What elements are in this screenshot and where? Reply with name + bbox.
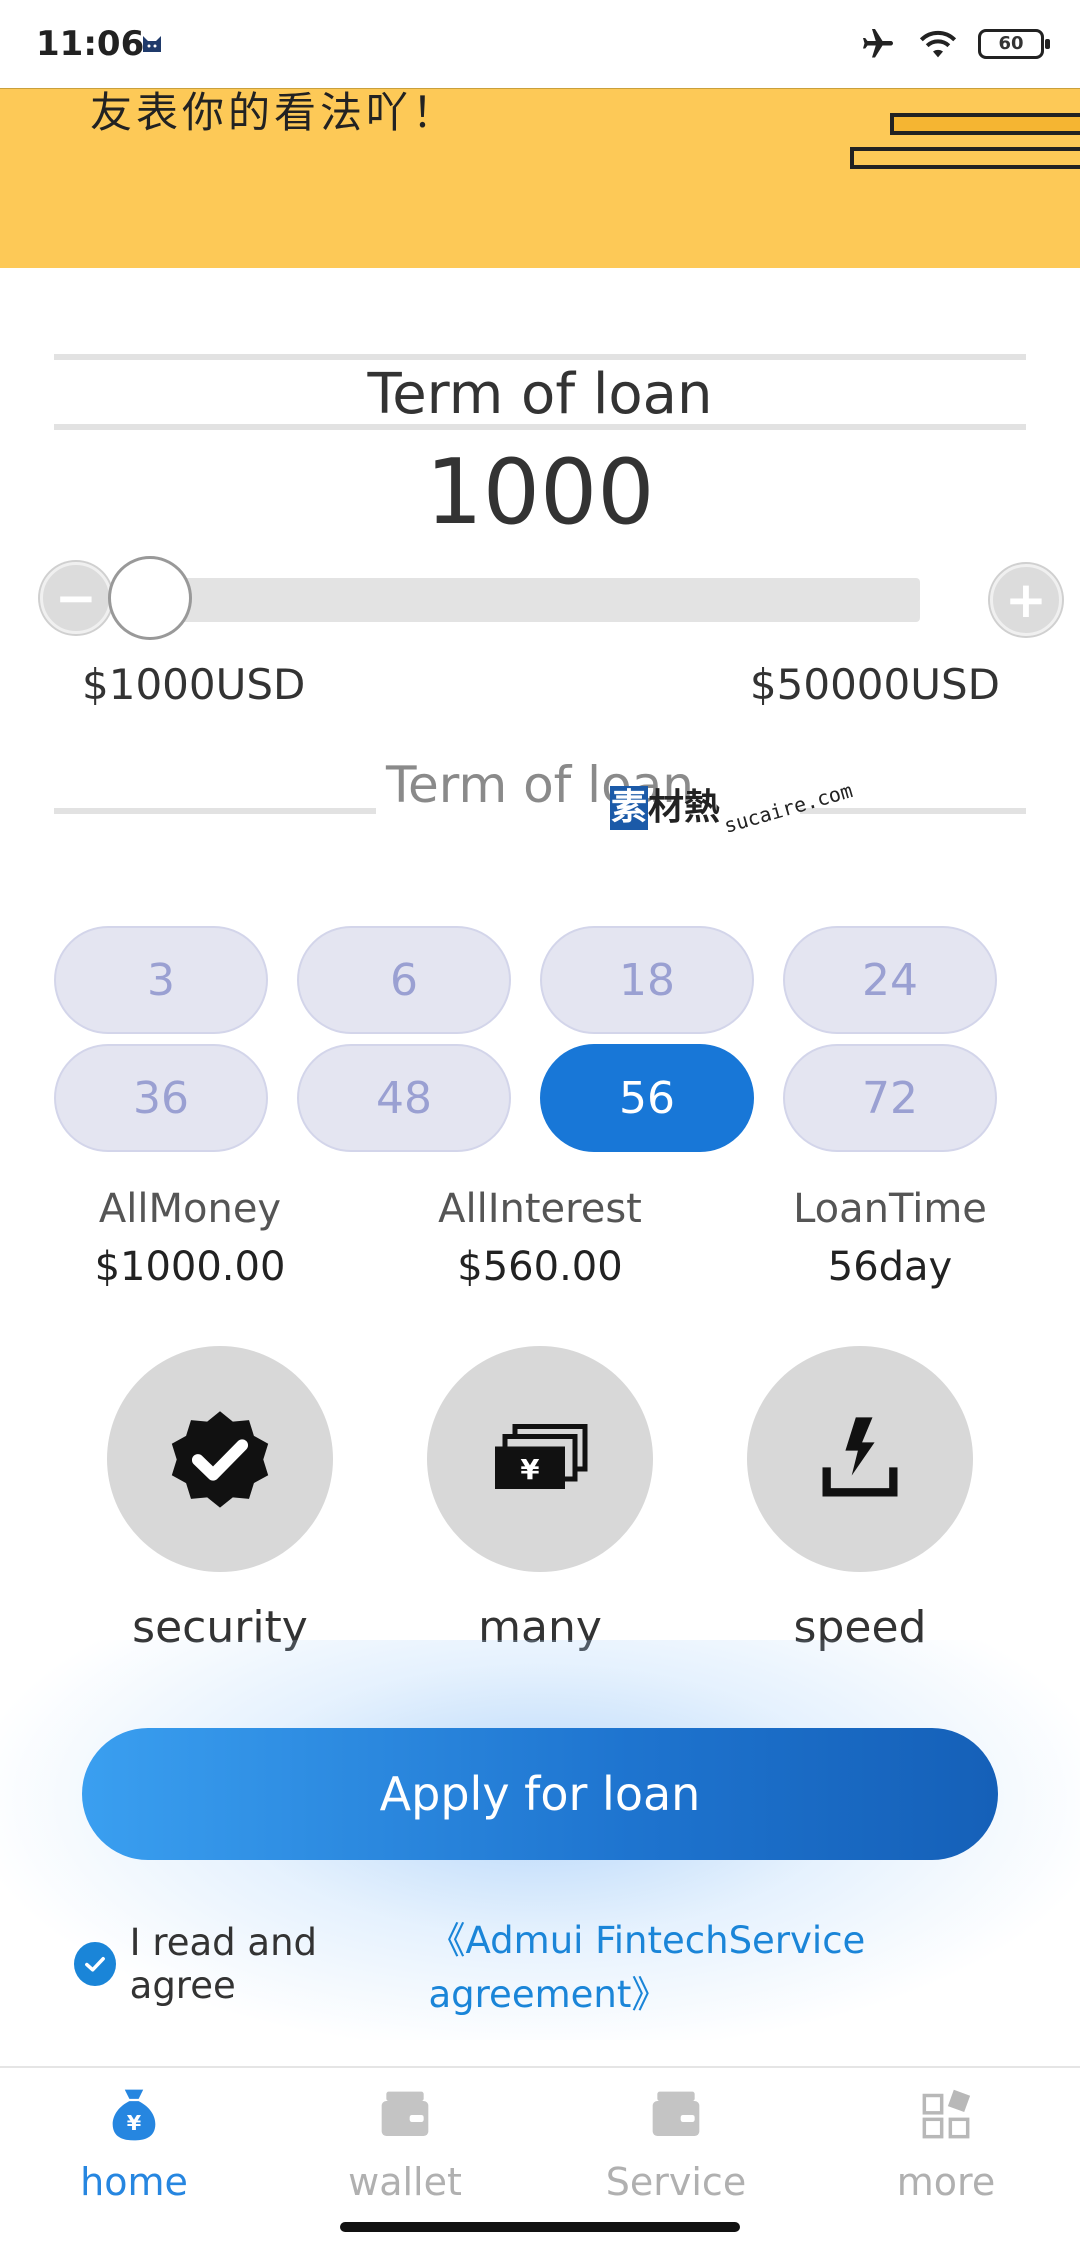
watermark-brand: 材熱 <box>648 787 721 828</box>
home-indicator <box>340 2222 740 2232</box>
check-icon <box>84 1957 105 1972</box>
agreement-link[interactable]: 《Admui FintechService agreement》 <box>429 1910 1080 2018</box>
stat-value: $560.00 <box>457 1244 623 1290</box>
plus-icon: + <box>1005 571 1047 629</box>
agreement-checkbox[interactable] <box>74 1942 116 1986</box>
term-option[interactable]: 36 <box>54 1044 268 1152</box>
money-bag-icon: ¥ <box>112 2089 156 2141</box>
term-option[interactable]: 18 <box>540 926 754 1034</box>
minus-icon: − <box>55 569 97 627</box>
all-interest-stat: AllInterest $560.00 <box>390 1186 690 1290</box>
stat-label: LoanTime <box>793 1186 987 1232</box>
divider <box>54 424 1026 430</box>
tab-service[interactable]: Service <box>576 2080 776 2204</box>
apply-for-loan-button[interactable]: Apply for loan <box>82 1728 998 1860</box>
term-option[interactable]: 48 <box>297 1044 511 1152</box>
status-bar: 11:06 60 <box>0 0 1080 88</box>
stat-value: 56day <box>827 1244 953 1290</box>
tab-more[interactable]: more <box>846 2080 1046 2204</box>
verified-badge-icon <box>171 1411 269 1508</box>
stat-label: AllInterest <box>438 1186 642 1232</box>
decrease-amount-button[interactable]: − <box>40 562 112 634</box>
grid-icon <box>922 2089 971 2139</box>
increase-amount-button[interactable]: + <box>990 564 1062 636</box>
banner-decoration <box>850 147 1080 169</box>
agreement-text: I read and agree <box>129 1921 318 2007</box>
bottom-tab-bar: ¥ home wallet Service more <box>0 2066 1080 2248</box>
watermark-logo: 素材熱 <box>610 778 720 830</box>
lightning-icon <box>822 1417 898 1497</box>
loan-amount-value: 1000 <box>425 440 655 545</box>
wallet-icon <box>381 2091 429 2136</box>
min-amount-label: $1000USD <box>82 660 306 709</box>
loan-amount-title: Term of loan <box>367 362 713 427</box>
money-stack-icon: ¥ <box>495 1424 588 1489</box>
service-icon <box>652 2091 700 2136</box>
amount-slider-track[interactable] <box>120 578 920 622</box>
tab-label: more <box>896 2160 996 2204</box>
divider <box>54 808 376 814</box>
status-time: 11:06 <box>36 24 145 64</box>
feature-circle <box>747 1346 973 1572</box>
cat-notification-icon <box>143 36 161 52</box>
feature-speed: speed <box>747 1346 973 1653</box>
stat-label: AllMoney <box>98 1186 282 1232</box>
wifi-icon <box>919 30 957 58</box>
feature-many: ¥ many <box>427 1346 653 1653</box>
stat-value: $1000.00 <box>94 1244 286 1290</box>
divider <box>800 808 1026 814</box>
term-option-selected[interactable]: 56 <box>540 1044 754 1152</box>
banner-text: 友表你的看法吖！ <box>90 88 459 137</box>
battery-indicator: 60 <box>978 29 1050 59</box>
airplane-icon <box>863 29 893 58</box>
svg-text:¥: ¥ <box>127 2111 142 2135</box>
banner-decoration <box>890 113 1080 135</box>
term-option[interactable]: 24 <box>783 926 997 1034</box>
promo-banner[interactable]: 友表你的看法吖！ <box>0 88 1080 268</box>
max-amount-label: $50000USD <box>749 660 1000 709</box>
term-option[interactable]: 72 <box>783 1044 997 1152</box>
divider <box>54 354 1026 360</box>
amount-slider-handle[interactable] <box>108 556 192 640</box>
loan-time-stat: LoanTime 56day <box>740 1186 1040 1290</box>
svg-text:¥: ¥ <box>520 1454 539 1486</box>
feature-circle <box>107 1346 333 1572</box>
feature-security: security <box>107 1346 333 1653</box>
term-option[interactable]: 6 <box>297 926 511 1034</box>
feature-circle: ¥ <box>427 1346 653 1572</box>
agreement-row: I read and agree 《Admui FintechService a… <box>74 1910 1080 2018</box>
tab-label: wallet <box>348 2160 462 2204</box>
all-money-stat: AllMoney $1000.00 <box>40 1186 340 1290</box>
watermark-mark: 素 <box>610 786 648 830</box>
tab-wallet[interactable]: wallet <box>305 2080 505 2204</box>
tab-label: home <box>80 2160 188 2204</box>
tab-home[interactable]: ¥ home <box>34 2080 234 2204</box>
term-option[interactable]: 3 <box>54 926 268 1034</box>
tab-label: Service <box>605 2160 747 2204</box>
